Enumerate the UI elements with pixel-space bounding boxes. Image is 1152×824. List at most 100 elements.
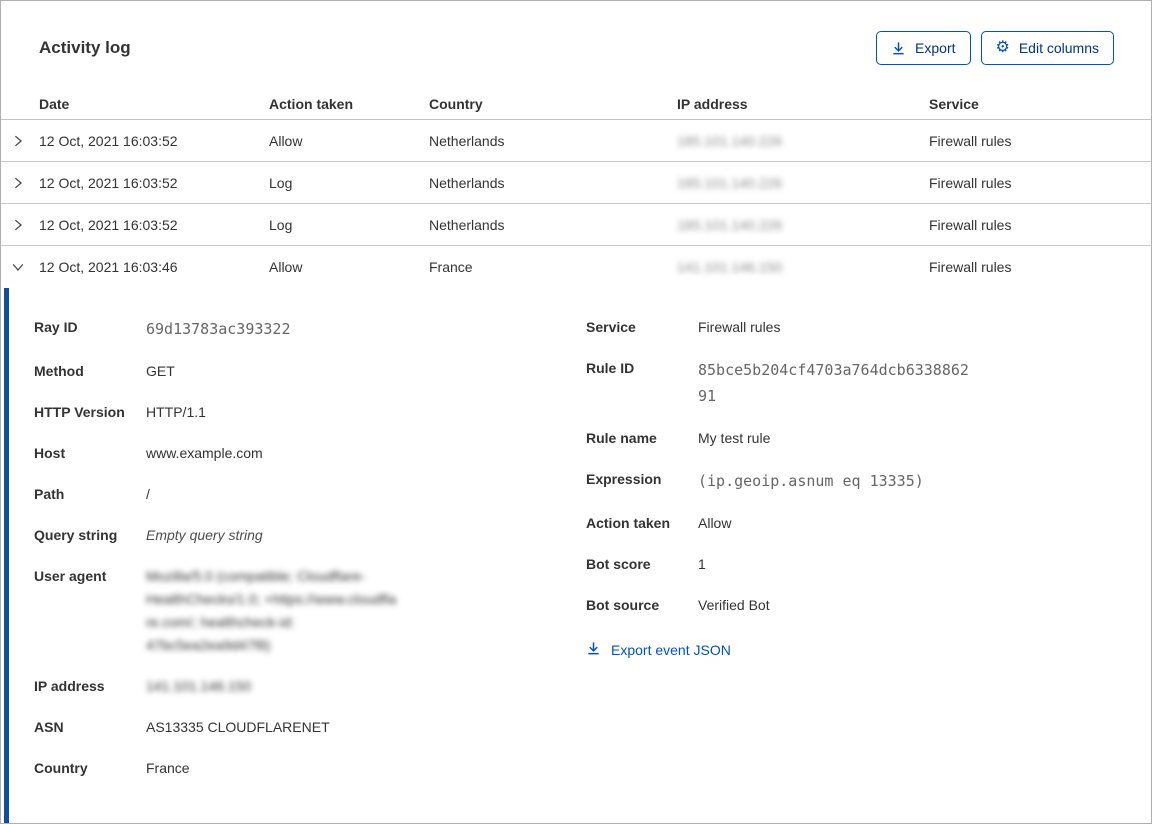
column-header-ip-address[interactable]: IP address	[677, 96, 929, 112]
field-value: France	[146, 760, 190, 776]
field-label: Action taken	[586, 515, 671, 531]
field-value: 85bce5b204cf4703a764dcb633886291	[698, 361, 969, 405]
user-agent-line: HealthChecks/1.0; +https://www.cloudfla	[146, 591, 397, 607]
detail-field-rule-id: Rule ID 85bce5b204cf4703a764dcb633886291	[586, 357, 1121, 409]
cell-service: Firewall rules	[929, 259, 1012, 275]
field-value: GET	[146, 363, 175, 379]
user-agent-line: Mozilla/5.0 (compatible; Cloudflare-	[146, 568, 366, 584]
cell-action-taken: Log	[269, 174, 293, 191]
detail-field-bot-source: Bot source Verified Bot	[586, 594, 1121, 617]
cell-service: Firewall rules	[929, 174, 1012, 191]
table-row-expanded[interactable]: 12 Oct, 2021 16:03:46 Allow France 141.1…	[1, 246, 1151, 288]
cell-country: Netherlands	[429, 216, 505, 233]
cell-country: Netherlands	[429, 174, 505, 191]
field-label: Ray ID	[34, 319, 78, 335]
edit-columns-button-label: Edit columns	[1018, 40, 1099, 56]
cell-service: Firewall rules	[929, 216, 1012, 233]
detail-field-ray-id: Ray ID 69d13783ac393322	[34, 316, 586, 342]
detail-field-path: Path /	[34, 483, 586, 506]
detail-left-column: Ray ID 69d13783ac393322 Method GET HTTP …	[34, 316, 586, 798]
table-row[interactable]: 12 Oct, 2021 16:03:52 Allow Netherlands …	[1, 120, 1151, 162]
table-row[interactable]: 12 Oct, 2021 16:03:52 Log Netherlands 18…	[1, 162, 1151, 204]
column-header-country[interactable]: Country	[429, 96, 677, 112]
cell-date: 12 Oct, 2021 16:03:46	[39, 259, 178, 275]
detail-field-expression: Expression (ip.geoip.asnum eq 13335)	[586, 468, 1121, 494]
field-label: Bot source	[586, 597, 660, 613]
field-value: HTTP/1.1	[146, 404, 206, 420]
field-label: Country	[34, 760, 88, 776]
export-button-label: Export	[915, 40, 956, 56]
field-value: /	[146, 486, 150, 502]
detail-field-query-string: Query string Empty query string	[34, 524, 586, 547]
detail-field-rule-name: Rule name My test rule	[586, 427, 1121, 450]
field-label: Service	[586, 319, 636, 335]
field-value: AS13335 CLOUDFLARENET	[146, 719, 330, 735]
field-value: Verified Bot	[698, 597, 770, 613]
field-label: ASN	[34, 719, 64, 735]
field-value: 1	[698, 556, 706, 572]
field-label: Method	[34, 363, 84, 379]
field-label: Expression	[586, 471, 662, 487]
field-value: Empty query string	[146, 527, 263, 543]
field-label: Rule ID	[586, 360, 635, 376]
chevron-right-icon[interactable]	[1, 176, 39, 190]
field-value: My test rule	[698, 430, 771, 446]
cell-country: France	[429, 259, 473, 275]
cell-ip-address-redacted: 185.101.140.226	[677, 216, 783, 233]
edit-columns-button[interactable]: ⚙ Edit columns	[980, 31, 1114, 65]
detail-field-action-taken: Action taken Allow	[586, 512, 1121, 535]
cell-action-taken: Allow	[269, 259, 303, 275]
export-button[interactable]: Export	[876, 31, 971, 65]
gear-icon: ⚙	[995, 39, 1010, 56]
detail-field-method: Method GET	[34, 360, 586, 383]
event-detail-panel: Ray ID 69d13783ac393322 Method GET HTTP …	[1, 288, 1151, 823]
download-icon	[891, 41, 906, 56]
cell-ip-address-redacted: 141.101.146.150	[677, 259, 783, 275]
field-value: (ip.geoip.asnum eq 13335)	[698, 472, 924, 490]
chevron-down-icon[interactable]	[1, 260, 39, 274]
detail-right-column: Service Firewall rules Rule ID 85bce5b20…	[586, 316, 1121, 661]
user-agent-line: 47bc5ea2ea9d47f8)	[146, 637, 271, 653]
page-title: Activity log	[39, 38, 131, 57]
chevron-right-icon[interactable]	[1, 218, 39, 232]
cell-date: 12 Oct, 2021 16:03:52	[39, 174, 178, 191]
detail-field-host: Host www.example.com	[34, 442, 586, 465]
field-value: Allow	[698, 515, 732, 531]
field-label: User agent	[34, 568, 107, 584]
field-value-redacted: 141.101.146.150	[146, 678, 252, 694]
column-header-service[interactable]: Service	[929, 96, 1151, 112]
export-event-json-label: Export event JSON	[611, 642, 731, 658]
field-value-redacted: Mozilla/5.0 (compatible; Cloudflare- Hea…	[146, 565, 396, 657]
detail-field-ip-address: IP address 141.101.146.150	[34, 675, 586, 698]
user-agent-line: re.com/; healthcheck-id:	[146, 614, 295, 630]
detail-field-country: Country France	[34, 757, 586, 780]
field-value: Firewall rules	[698, 319, 781, 335]
detail-field-bot-score: Bot score 1	[586, 553, 1121, 576]
cell-country: Netherlands	[429, 132, 505, 149]
header-actions: Export ⚙ Edit columns	[876, 31, 1114, 65]
field-value: 69d13783ac393322	[146, 320, 291, 338]
cell-ip-address-redacted: 185.101.140.226	[677, 174, 783, 191]
field-label: Query string	[34, 527, 118, 543]
cell-ip-address-redacted: 185.101.140.226	[677, 132, 783, 149]
field-label: Host	[34, 445, 66, 461]
field-value: www.example.com	[146, 445, 263, 461]
field-label: Bot score	[586, 556, 651, 572]
column-header-date[interactable]: Date	[39, 96, 269, 112]
cell-date: 12 Oct, 2021 16:03:52	[39, 216, 178, 233]
detail-field-user-agent: User agent Mozilla/5.0 (compatible; Clou…	[34, 565, 586, 657]
table-header-row: Date Action taken Country IP address Ser…	[1, 89, 1151, 120]
detail-field-http-version: HTTP Version HTTP/1.1	[34, 401, 586, 424]
activity-log-panel: Activity log Export ⚙ Edit columns Date …	[0, 0, 1152, 824]
field-label: HTTP Version	[34, 404, 125, 420]
column-header-action-taken[interactable]: Action taken	[269, 96, 429, 112]
field-label: Rule name	[586, 430, 657, 446]
page-header: Activity log Export ⚙ Edit columns	[1, 1, 1151, 65]
cell-action-taken: Log	[269, 216, 293, 233]
detail-field-asn: ASN AS13335 CLOUDFLARENET	[34, 716, 586, 739]
download-icon	[586, 641, 601, 659]
chevron-right-icon[interactable]	[1, 134, 39, 148]
export-event-json-link[interactable]: Export event JSON	[586, 641, 731, 659]
table-row[interactable]: 12 Oct, 2021 16:03:52 Log Netherlands 18…	[1, 204, 1151, 246]
detail-field-service: Service Firewall rules	[586, 316, 1121, 339]
